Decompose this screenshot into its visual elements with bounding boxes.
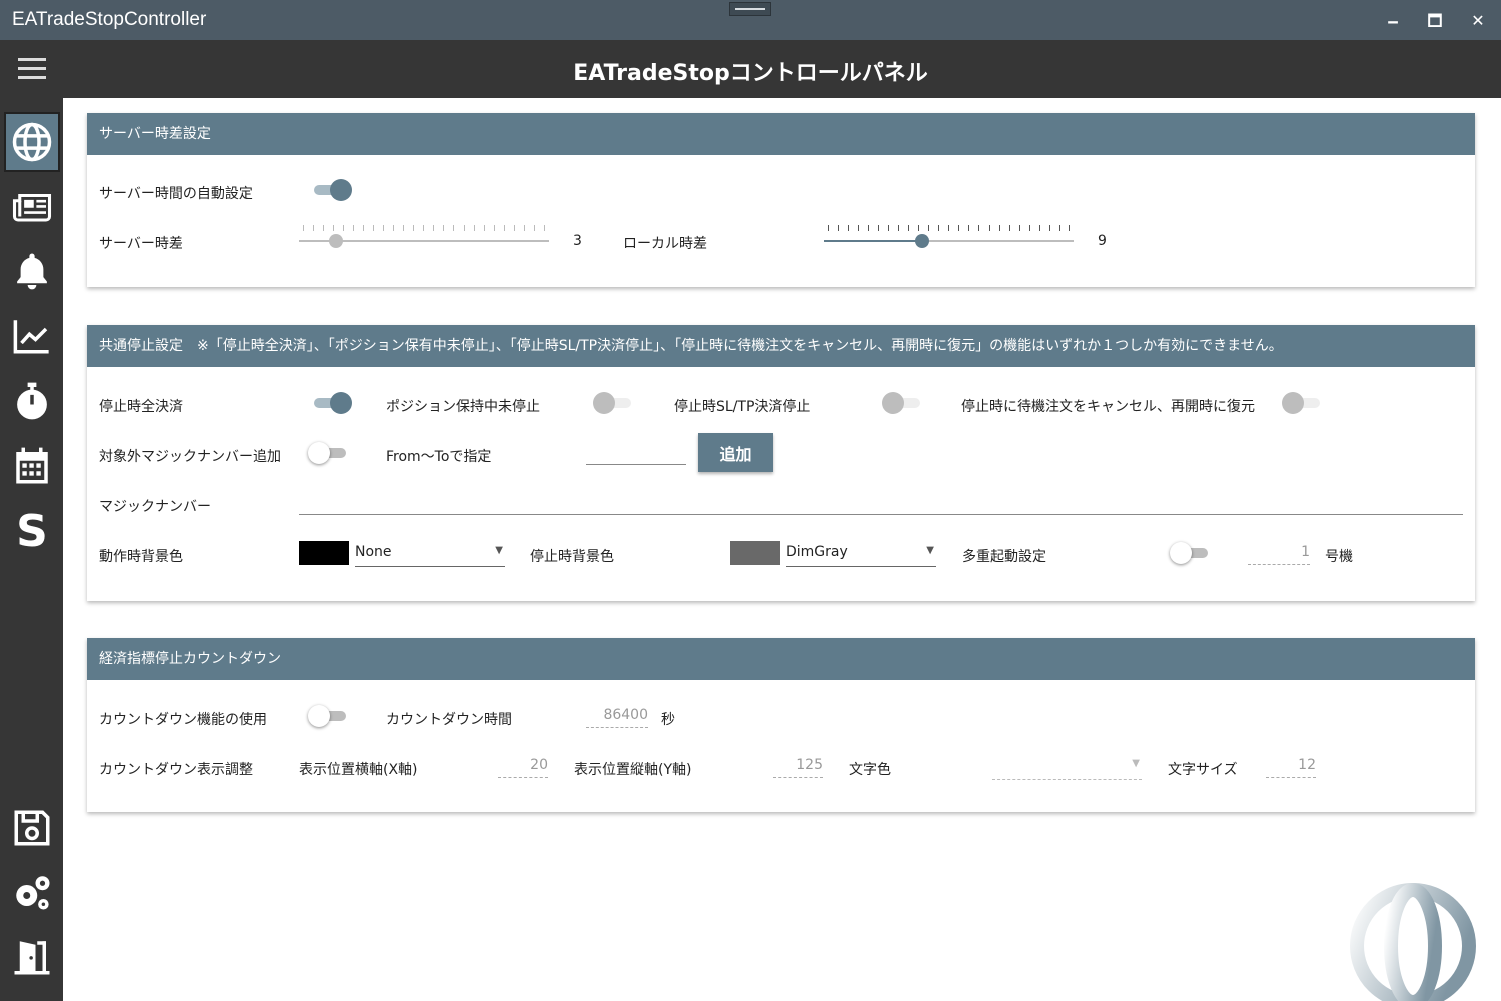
close-all-toggle[interactable] (312, 391, 352, 415)
page-title: EATradeStopコントロールパネル (573, 61, 928, 86)
from-to-label: From～Toで指定 (386, 449, 492, 465)
sidebar-item-s[interactable]: S (4, 502, 60, 562)
local-offset-value: 9 (1098, 233, 1107, 249)
run-bg-color-value: None (355, 544, 392, 560)
stop-bg-color-swatch (730, 541, 780, 565)
position-y-input[interactable] (773, 752, 823, 778)
maximize-button[interactable]: 🗖 (1420, 8, 1450, 34)
gears-icon (16, 876, 50, 910)
slider-thumb[interactable] (329, 234, 343, 248)
close-button[interactable]: ✕ (1463, 8, 1493, 34)
main-content: サーバー時差設定 サーバー時間の自動設定 サーバー時差 3 ローカル時差 9 共… (63, 98, 1499, 1001)
stop-settings-card: 共通停止設定 ※「停止時全決済」、「ポジション保有中未停止」、「停止時SL/TP決… (87, 325, 1475, 601)
calendar-icon (16, 447, 48, 484)
slider-ticks (303, 225, 545, 231)
save-icon (14, 810, 50, 846)
exclude-magic-toggle[interactable] (308, 441, 348, 465)
add-button[interactable]: 追加 (698, 433, 773, 472)
stop-settings-title: 共通停止設定 (99, 338, 183, 354)
slider-ticks (828, 225, 1070, 231)
keep-position-toggle[interactable] (593, 391, 633, 415)
countdown-time-label: カウントダウン時間 (386, 712, 512, 728)
exclude-magic-label: 対象外マジックナンバー追加 (99, 449, 281, 465)
chevron-down-icon: ▼ (926, 545, 934, 556)
from-to-input[interactable] (586, 439, 686, 465)
exit-door-icon (14, 941, 50, 975)
sidebar-item-calendar[interactable] (4, 436, 60, 496)
multi-launch-toggle[interactable] (1170, 541, 1210, 565)
run-bg-color-label: 動作時背景色 (99, 549, 183, 565)
multi-launch-number[interactable] (1248, 539, 1310, 565)
globe-icon (12, 122, 52, 162)
server-offset-value: 3 (573, 233, 582, 249)
stopwatch-icon (17, 382, 47, 420)
newspaper-icon (12, 193, 52, 222)
sltp-stop-toggle[interactable] (882, 391, 922, 415)
server-time-card: サーバー時差設定 サーバー時間の自動設定 サーバー時差 3 ローカル時差 9 (87, 113, 1475, 287)
minimize-button[interactable]: 🗕 (1378, 8, 1408, 34)
position-y-label: 表示位置縦軸(Y軸) (574, 762, 692, 778)
text-color-label: 文字色 (849, 762, 891, 778)
local-offset-slider[interactable] (824, 223, 1074, 253)
countdown-use-label: カウントダウン機能の使用 (99, 712, 267, 728)
magic-number-label: マジックナンバー (99, 499, 211, 515)
sidebar-item-server-time[interactable] (4, 112, 60, 172)
text-size-label: 文字サイズ (1168, 762, 1238, 778)
countdown-use-toggle[interactable] (308, 704, 348, 728)
run-bg-color-swatch (299, 541, 349, 565)
countdown-card-title: 経済指標停止カウントダウン (87, 638, 1475, 680)
auto-server-time-toggle[interactable] (312, 178, 352, 202)
stop-settings-card-title: 共通停止設定 ※「停止時全決済」、「ポジション保有中未停止」、「停止時SL/TP決… (87, 325, 1475, 367)
window-titlebar[interactable]: EATradeStopController 🗕 🗖 ✕ (0, 0, 1501, 40)
sidebar-item-timer[interactable] (4, 371, 60, 431)
app-header: EATradeStopコントロールパネル (0, 40, 1501, 98)
bell-icon (17, 253, 47, 290)
countdown-display-label: カウントダウン表示調整 (99, 762, 253, 778)
chevron-down-icon: ▼ (495, 545, 503, 556)
keep-position-label: ポジション保持中未停止 (386, 399, 540, 415)
position-x-label: 表示位置横軸(X軸) (299, 762, 418, 778)
position-x-input[interactable] (498, 752, 548, 778)
server-offset-label: サーバー時差 (99, 236, 183, 252)
sidebar-item-settings[interactable] (4, 862, 60, 922)
sltp-stop-label: 停止時SL/TP決済停止 (674, 399, 811, 415)
magic-number-input[interactable] (299, 489, 1463, 515)
multi-launch-label: 多重起動設定 (962, 549, 1046, 565)
s-letter-icon: S (16, 506, 48, 557)
slider-thumb[interactable] (915, 234, 929, 248)
sidebar-item-alerts[interactable] (4, 241, 60, 301)
stop-bg-color-select[interactable]: DimGray ▼ (786, 539, 936, 567)
countdown-card: 経済指標停止カウントダウン カウントダウン機能の使用 カウントダウン時間 秒 カ… (87, 638, 1475, 812)
chart-line-icon (13, 320, 49, 354)
text-size-input[interactable] (1266, 752, 1316, 778)
pending-order-toggle[interactable] (1282, 391, 1322, 415)
stop-settings-note: ※「停止時全決済」、「ポジション保有中未停止」、「停止時SL/TP決済停止」、「… (197, 338, 1283, 354)
stop-bg-color-label: 停止時背景色 (530, 549, 614, 565)
sidebar-item-save[interactable] (4, 798, 60, 858)
window-title: EATradeStopController (12, 9, 207, 30)
countdown-time-unit: 秒 (661, 712, 675, 728)
sidebar-item-chart[interactable] (4, 306, 60, 366)
chevron-down-icon: ▼ (1132, 758, 1140, 769)
close-all-label: 停止時全決済 (99, 399, 183, 415)
sidebar-item-exit[interactable] (4, 927, 60, 987)
sidebar: S (0, 98, 63, 1001)
globe-watermark-icon (1348, 874, 1478, 1001)
text-color-select[interactable]: ▼ (992, 752, 1142, 780)
pending-order-label: 停止時に待機注文をキャンセル、再開時に復元 (961, 399, 1255, 415)
sidebar-item-news[interactable] (4, 176, 60, 236)
auto-server-time-label: サーバー時間の自動設定 (99, 186, 253, 202)
server-offset-slider[interactable] (299, 223, 549, 253)
local-offset-label: ローカル時差 (623, 236, 707, 252)
drag-grip-handle[interactable] (729, 2, 771, 16)
server-time-card-title: サーバー時差設定 (87, 113, 1475, 155)
stop-bg-color-value: DimGray (786, 544, 848, 560)
multi-launch-unit: 号機 (1325, 549, 1353, 565)
run-bg-color-select[interactable]: None ▼ (355, 539, 505, 567)
countdown-time-input[interactable] (586, 702, 648, 728)
